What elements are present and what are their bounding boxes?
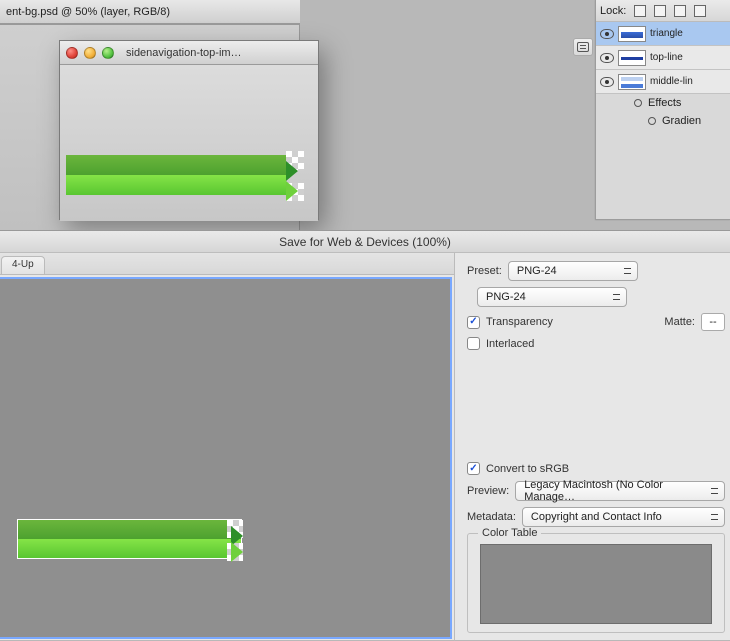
visibility-eye-icon[interactable] <box>600 29 614 39</box>
front-document-title: sidenavigation-top-im… <box>126 47 242 59</box>
effect-name-label: Gradien <box>662 115 701 127</box>
preset-select[interactable]: PNG-24 <box>508 261 638 281</box>
metadata-value: Copyright and Contact Info <box>531 511 662 523</box>
background-document-title: ent-bg.psd @ 50% (layer, RGB/8) <box>6 6 170 18</box>
matte-label: Matte: <box>664 316 695 328</box>
effect-visibility-icon[interactable] <box>648 117 656 125</box>
lock-label: Lock: <box>600 5 626 17</box>
triangle-bottom-icon <box>286 181 298 201</box>
interlaced-row: Interlaced <box>467 337 725 350</box>
convert-srgb-checkbox[interactable] <box>467 462 480 475</box>
preview-profile-label: Preview: <box>467 485 509 497</box>
visibility-eye-icon[interactable] <box>600 77 614 87</box>
save-for-web-right-pane: Preset: PNG-24 PNG-24 Transparency Matte… <box>455 253 730 641</box>
save-for-web-left-pane: 4-Up <box>0 253 455 641</box>
visibility-eye-icon[interactable] <box>600 53 614 63</box>
metadata-row: Metadata: Copyright and Contact Info <box>467 507 725 527</box>
preview-profile-value: Legacy Macintosh (No Color Manage… <box>524 479 706 503</box>
save-for-web-window[interactable]: Save for Web & Devices (100%) 4-Up Prese… <box>0 230 730 640</box>
triangle-top-icon <box>286 161 298 181</box>
transparency-checkbox[interactable] <box>467 316 480 329</box>
color-table-fieldset: Color Table <box>467 533 725 633</box>
close-icon[interactable] <box>66 47 78 59</box>
preview-area[interactable] <box>0 277 452 639</box>
format-value: PNG-24 <box>486 291 526 303</box>
panel-collapse-icon[interactable] <box>573 38 593 56</box>
interlaced-label: Interlaced <box>486 338 534 350</box>
layer-name-label: middle-lin <box>650 76 726 87</box>
lock-all-icon[interactable] <box>694 5 706 17</box>
convert-srgb-label: Convert to sRGB <box>486 463 569 475</box>
layer-row-middle-line[interactable]: middle-lin <box>596 70 730 94</box>
format-select[interactable]: PNG-24 <box>477 287 627 307</box>
layer-row-top-line[interactable]: top-line <box>596 46 730 70</box>
layers-panel[interactable]: Lock: triangle top-line middle-lin Effec… <box>595 0 730 220</box>
layer-name-label: top-line <box>650 52 726 63</box>
triangle-bottom-icon <box>231 542 243 562</box>
preview-profile-row: Preview: Legacy Macintosh (No Color Mana… <box>467 481 725 501</box>
front-document-window[interactable]: sidenavigation-top-im… <box>59 40 319 220</box>
front-document-titlebar[interactable]: sidenavigation-top-im… <box>60 41 318 65</box>
preset-label: Preset: <box>467 265 502 277</box>
effects-label: Effects <box>648 97 681 109</box>
zoom-icon[interactable] <box>102 47 114 59</box>
preview-tabs: 4-Up <box>0 253 454 275</box>
tab-4up[interactable]: 4-Up <box>1 256 45 274</box>
effects-toggle-icon[interactable] <box>634 99 642 107</box>
save-for-web-title: Save for Web & Devices (100%) <box>0 231 730 253</box>
format-row: PNG-24 <box>467 287 725 307</box>
preset-row: Preset: PNG-24 <box>467 261 725 281</box>
layer-effect-item[interactable]: Gradien <box>596 112 730 130</box>
minimize-icon[interactable] <box>84 47 96 59</box>
convert-srgb-row: Convert to sRGB <box>467 462 725 475</box>
transparency-label: Transparency <box>486 316 553 328</box>
layer-thumbnail[interactable] <box>618 26 646 42</box>
interlaced-checkbox[interactable] <box>467 337 480 350</box>
layer-thumbnail[interactable] <box>618 74 646 90</box>
layers-lock-toolbar: Lock: <box>596 0 730 22</box>
lock-position-icon[interactable] <box>674 5 686 17</box>
lock-pixels-icon[interactable] <box>654 5 666 17</box>
layer-thumbnail[interactable] <box>618 50 646 66</box>
color-table-box[interactable] <box>480 544 712 624</box>
color-table-label: Color Table <box>478 527 541 539</box>
gradient-preview-strip <box>66 155 286 195</box>
preset-value: PNG-24 <box>517 265 557 277</box>
matte-select[interactable]: -- <box>701 313 725 331</box>
preview-profile-select[interactable]: Legacy Macintosh (No Color Manage… <box>515 481 725 501</box>
matte-value: -- <box>709 316 716 328</box>
layer-effects-row[interactable]: Effects <box>596 94 730 112</box>
layer-name-label: triangle <box>650 28 726 39</box>
metadata-label: Metadata: <box>467 511 516 523</box>
metadata-select[interactable]: Copyright and Contact Info <box>522 507 725 527</box>
layer-row-triangle[interactable]: triangle <box>596 22 730 46</box>
front-document-canvas[interactable] <box>60 65 318 221</box>
lock-transparency-icon[interactable] <box>634 5 646 17</box>
transparency-row: Transparency Matte: -- <box>467 313 725 331</box>
background-document-titlebar: ent-bg.psd @ 50% (layer, RGB/8) <box>0 0 300 24</box>
export-preview-strip <box>17 519 242 559</box>
